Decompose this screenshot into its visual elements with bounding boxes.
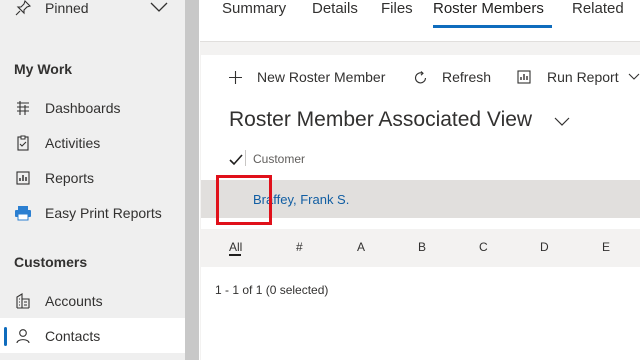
sidebar-item-label: Contacts — [45, 327, 101, 344]
section-heading-my-work: My Work — [14, 61, 73, 77]
record-count-status: 1 - 1 of 1 (0 selected) — [215, 283, 329, 297]
highlight-box — [216, 175, 272, 225]
alpha-filter-active-indicator — [229, 254, 241, 256]
report-icon — [14, 169, 32, 187]
dashboard-icon — [14, 99, 32, 117]
alpha-filter-all[interactable]: All — [229, 240, 242, 254]
print-icon — [14, 204, 32, 222]
column-divider — [245, 150, 246, 166]
sidebar-item-label: Reports — [45, 169, 95, 186]
sidebar-item-dashboards[interactable]: Dashboards — [0, 90, 185, 125]
sidebar-item-label: Easy Print Reports — [45, 204, 162, 221]
sidebar-item-pinned[interactable]: Pinned — [0, 0, 185, 25]
tab-related[interactable]: Related — [572, 0, 624, 17]
building-icon — [14, 292, 32, 310]
refresh-label: Refresh — [442, 69, 492, 85]
view-selector-chevron-icon[interactable] — [554, 114, 570, 132]
run-report-button[interactable]: Run Report — [517, 67, 640, 87]
alpha-filter-b[interactable]: B — [418, 240, 426, 254]
alpha-filter-e[interactable]: E — [602, 240, 610, 254]
sidebar-item-easy-print-reports[interactable]: Easy Print Reports — [0, 195, 185, 230]
tab-files[interactable]: Files — [381, 0, 413, 17]
column-header-customer[interactable]: Customer — [253, 152, 305, 166]
tab-roster-members[interactable]: Roster Members — [433, 0, 544, 17]
new-roster-member-button[interactable]: New Roster Member — [228, 67, 385, 87]
sidebar-item-contacts[interactable]: Contacts — [0, 318, 185, 353]
select-all-checkmark-icon[interactable] — [229, 153, 243, 171]
refresh-button[interactable]: Refresh — [413, 67, 491, 87]
plus-icon — [228, 70, 243, 85]
pin-icon — [14, 0, 32, 17]
alpha-filter-c[interactable]: C — [479, 240, 488, 254]
run-report-label: Run Report — [547, 69, 619, 85]
app-root: Pinned My Work Dashboards Activities Rep… — [0, 0, 640, 360]
alpha-filter-hash[interactable]: # — [296, 240, 303, 254]
report-icon — [517, 70, 531, 84]
sidebar-item-label: Dashboards — [45, 99, 121, 116]
person-icon — [14, 327, 32, 345]
sidebar-item-activities[interactable]: Activities — [0, 125, 185, 160]
tab-bar: Summary Details Files Roster Members Rel… — [200, 0, 640, 42]
sidebar-item-reports[interactable]: Reports — [0, 160, 185, 195]
tab-details[interactable]: Details — [312, 0, 358, 17]
active-tab-indicator — [433, 25, 552, 28]
chevron-down-icon — [628, 73, 640, 81]
clipboard-icon — [14, 134, 32, 152]
active-indicator — [4, 327, 7, 346]
refresh-icon — [413, 70, 428, 85]
sidebar: Pinned My Work Dashboards Activities Rep… — [0, 0, 185, 360]
chevron-down-icon[interactable] — [150, 0, 168, 16]
sidebar-item-label: Activities — [45, 134, 101, 151]
view-title: Roster Member Associated View — [229, 108, 533, 131]
sidebar-item-accounts[interactable]: Accounts — [0, 283, 185, 318]
sidebar-item-label: Pinned — [45, 0, 89, 16]
tab-summary[interactable]: Summary — [222, 0, 286, 17]
alpha-filter-a[interactable]: A — [357, 240, 365, 254]
sidebar-item-label: Accounts — [45, 292, 103, 309]
new-roster-member-label: New Roster Member — [257, 69, 386, 85]
section-heading-customers: Customers — [14, 254, 88, 270]
alpha-filter-d[interactable]: D — [540, 240, 549, 254]
sidebar-scrollbar[interactable] — [185, 0, 199, 360]
